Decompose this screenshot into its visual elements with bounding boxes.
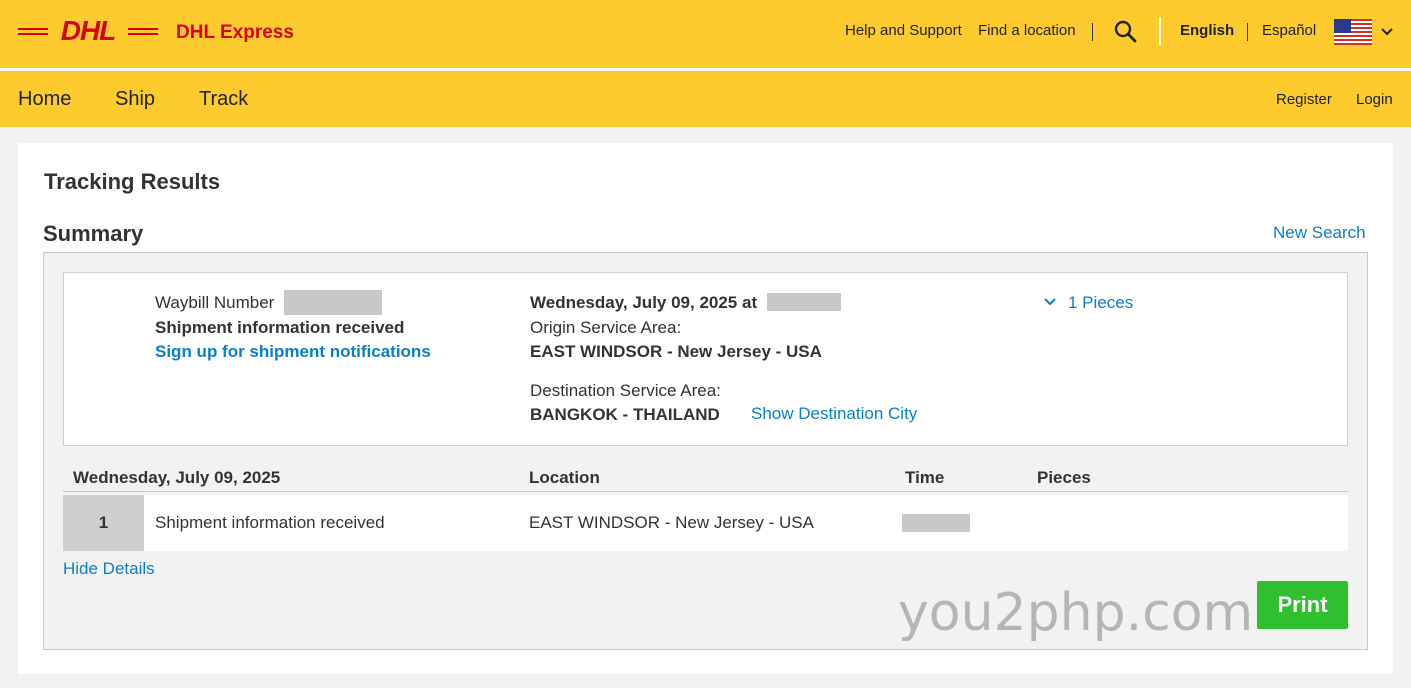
shipment-summary-box: Waybill Number Shipment information rece… (63, 272, 1348, 446)
shipment-time-redacted (767, 293, 841, 311)
origin-label: Origin Service Area: (530, 318, 682, 337)
table-header-date: Wednesday, July 09, 2025 (73, 468, 281, 487)
table-header-location: Location (529, 468, 600, 487)
login-link[interactable]: Login (1356, 91, 1393, 108)
show-destination-city-link[interactable]: Show Destination City (751, 404, 917, 424)
language-english[interactable]: English (1180, 22, 1234, 39)
dhl-logo-icon[interactable]: DHL (18, 17, 158, 45)
svg-text:DHL: DHL (61, 17, 116, 45)
main-nav: Home Ship Track Register Login (0, 71, 1411, 127)
table-header-pieces: Pieces (1037, 468, 1091, 487)
register-link[interactable]: Register (1276, 91, 1332, 108)
nav-track[interactable]: Track (199, 88, 248, 111)
nav-ship[interactable]: Ship (115, 88, 155, 111)
new-search-link[interactable]: New Search (1273, 223, 1366, 243)
table-row: 1 Shipment information received EAST WIN… (63, 495, 1348, 551)
language-divider (1247, 23, 1248, 41)
header-divider (1159, 17, 1161, 45)
hide-details-link[interactable]: Hide Details (63, 559, 155, 579)
row-time-redacted (902, 514, 970, 532)
shipment-status: Shipment information received (155, 318, 405, 337)
row-event: Shipment information received (155, 513, 385, 532)
help-support-link[interactable]: Help and Support (845, 22, 962, 39)
shipment-date: Wednesday, July 09, 2025 at (530, 293, 758, 312)
table-header-time: Time (905, 468, 945, 487)
notifications-signup-link[interactable]: Sign up for shipment notifications (155, 342, 431, 362)
row-number: 1 (63, 495, 144, 551)
destination-value: BANGKOK - THAILAND (530, 405, 720, 424)
brand-name: DHL Express (176, 22, 294, 43)
tracking-card: Tracking Results Summary New Search Wayb… (18, 143, 1393, 674)
print-button[interactable]: Print (1257, 581, 1348, 629)
origin-value: EAST WINDSOR - New Jersey - USA (530, 342, 822, 361)
waybill-number-redacted (284, 290, 382, 315)
pieces-toggle[interactable]: 1 Pieces (1068, 293, 1133, 313)
destination-label: Destination Service Area: (530, 381, 721, 400)
nav-home[interactable]: Home (18, 88, 71, 111)
summary-panel: Waybill Number Shipment information rece… (43, 252, 1368, 650)
language-espanol[interactable]: Español (1262, 22, 1316, 39)
page-title: Tracking Results (44, 169, 221, 194)
us-flag-icon[interactable] (1334, 19, 1372, 45)
table-header-divider (63, 491, 1348, 492)
find-location-link[interactable]: Find a location (978, 22, 1076, 39)
watermark-text: you2php.com (898, 583, 1254, 643)
chevron-down-icon[interactable] (1044, 297, 1056, 307)
search-icon[interactable] (1113, 19, 1137, 43)
top-header: DHL DHL Express Help and Support Find a … (0, 0, 1411, 68)
header-divider (1092, 23, 1093, 41)
chevron-down-icon[interactable] (1381, 27, 1393, 37)
summary-title: Summary (43, 221, 144, 246)
row-location: EAST WINDSOR - New Jersey - USA (529, 513, 814, 532)
waybill-label: Waybill Number (155, 293, 275, 312)
